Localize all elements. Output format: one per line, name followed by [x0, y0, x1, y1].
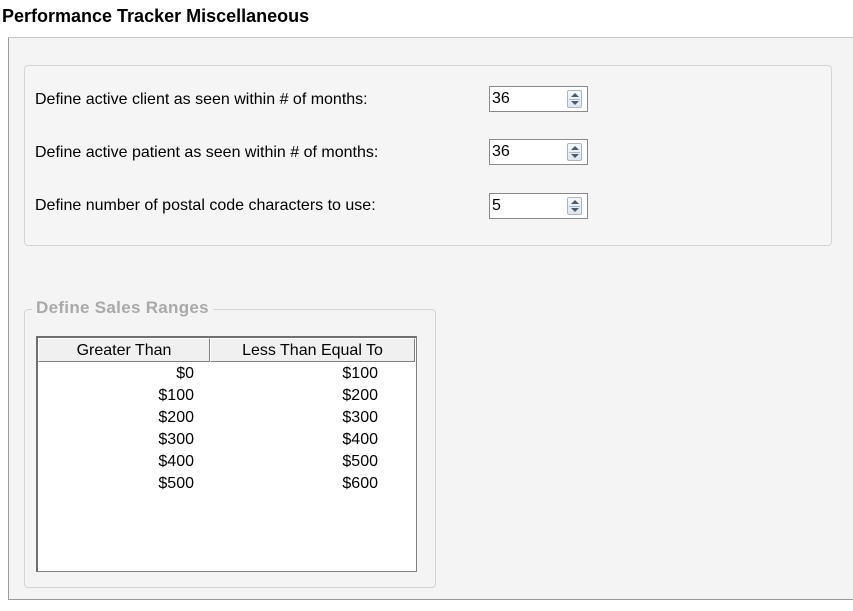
grid-header: Greater Than Less Than Equal To — [38, 338, 415, 362]
table-row[interactable]: $400 $500 — [38, 451, 380, 473]
spin-updown-icon[interactable] — [567, 143, 582, 161]
cell-less-than-equal-to[interactable]: $100 — [198, 363, 380, 385]
cell-less-than-equal-to[interactable]: $300 — [198, 407, 380, 429]
postal-code-chars-input[interactable] — [492, 194, 562, 218]
cell-less-than-equal-to[interactable]: $200 — [198, 385, 380, 407]
table-row[interactable]: $300 $400 — [38, 429, 380, 451]
cell-greater-than[interactable]: $500 — [38, 473, 198, 495]
spin-up-arrow-icon[interactable] — [571, 200, 579, 204]
page-title: Performance Tracker Miscellaneous — [2, 6, 310, 26]
spin-updown-icon[interactable] — [567, 197, 582, 215]
table-row[interactable]: $500 $600 — [38, 473, 380, 495]
column-header-less-than-equal-to[interactable]: Less Than Equal To — [210, 338, 415, 362]
sales-ranges-grid[interactable]: Greater Than Less Than Equal To $0 $100 … — [36, 336, 417, 572]
table-row[interactable]: $0 $100 — [38, 363, 380, 385]
postal-code-chars-spinner[interactable] — [489, 193, 588, 219]
spin-divider — [569, 99, 580, 100]
grid-rows: $0 $100 $100 $200 $200 $300 $300 $400 $4… — [38, 363, 380, 495]
cell-less-than-equal-to[interactable]: $500 — [198, 451, 380, 473]
table-row[interactable]: $100 $200 — [38, 385, 380, 407]
cell-less-than-equal-to[interactable]: $400 — [198, 429, 380, 451]
spin-divider — [569, 152, 580, 153]
cell-greater-than[interactable]: $0 — [38, 363, 198, 385]
postal-code-chars-label: Define number of postal code characters … — [35, 197, 376, 214]
active-patient-months-spinner[interactable] — [489, 139, 588, 165]
cell-greater-than[interactable]: $400 — [38, 451, 198, 473]
cell-greater-than[interactable]: $100 — [38, 385, 198, 407]
spin-down-arrow-icon[interactable] — [571, 154, 579, 158]
sales-ranges-legend: Define Sales Ranges — [32, 296, 213, 320]
active-client-months-label: Define active client as seen within # of… — [35, 91, 368, 108]
active-patient-months-input[interactable] — [492, 140, 562, 164]
active-client-months-spinner[interactable] — [489, 86, 588, 112]
table-row[interactable]: $200 $300 — [38, 407, 380, 429]
spin-updown-icon[interactable] — [567, 90, 582, 108]
cell-less-than-equal-to[interactable]: $600 — [198, 473, 380, 495]
active-client-months-input[interactable] — [492, 87, 562, 111]
cell-greater-than[interactable]: $300 — [38, 429, 198, 451]
spin-up-arrow-icon[interactable] — [571, 93, 579, 97]
spin-down-arrow-icon[interactable] — [571, 208, 579, 212]
cell-greater-than[interactable]: $200 — [38, 407, 198, 429]
spin-down-arrow-icon[interactable] — [571, 101, 579, 105]
spin-divider — [569, 206, 580, 207]
column-header-greater-than[interactable]: Greater Than — [38, 338, 210, 362]
spin-up-arrow-icon[interactable] — [571, 146, 579, 150]
active-patient-months-label: Define active patient as seen within # o… — [35, 144, 379, 161]
